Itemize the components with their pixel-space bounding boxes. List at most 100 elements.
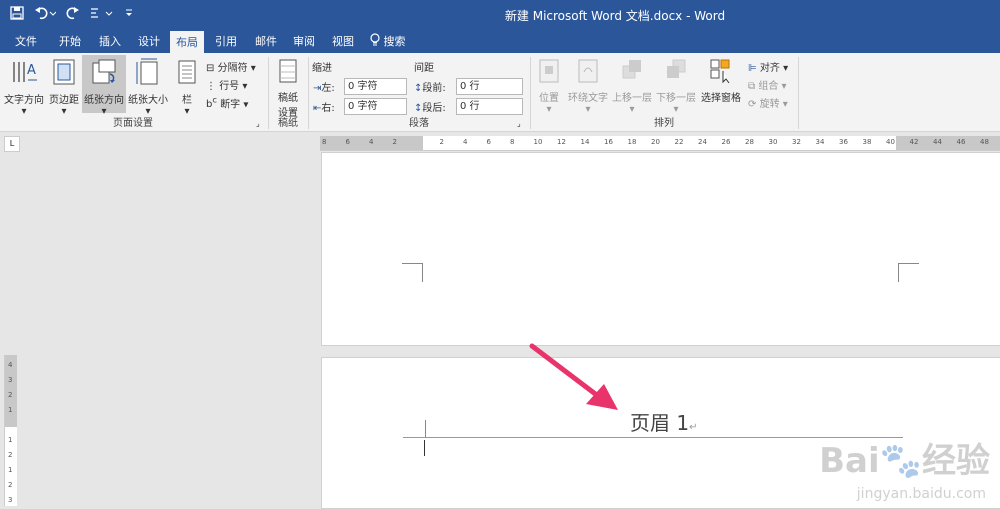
tab-file[interactable]: 文件 — [4, 30, 48, 53]
ruler-tick: 2 — [8, 391, 13, 399]
dialog-launcher-icon[interactable]: ⌟ — [256, 119, 260, 128]
align-button[interactable]: ⊫ 对齐 ▾ — [748, 59, 788, 74]
ruler-tick: 6 — [486, 138, 491, 146]
size-label: 纸张大小 — [128, 95, 168, 106]
spacing-after-field[interactable]: 0 行 — [456, 98, 523, 115]
indent-left-label: ⇥左: — [313, 83, 335, 94]
tab-references[interactable]: 引用 — [208, 30, 244, 53]
tab-review[interactable]: 审阅 — [288, 30, 320, 53]
ruler-tick: 34 — [815, 138, 825, 146]
ruler-tick: 1 — [8, 466, 13, 474]
ruler-tick: 6 — [345, 138, 350, 146]
margins-button[interactable]: 页边距 ▾ — [46, 58, 82, 117]
hyphenation-button[interactable]: bc 断字 ▾ — [206, 95, 248, 110]
ruler-tick: 44 — [933, 138, 942, 146]
selection-pane-button[interactable]: 选择窗格 — [698, 58, 744, 104]
arrange-group-label: 排列 — [654, 118, 674, 129]
tab-mailings[interactable]: 邮件 — [248, 30, 284, 53]
orientation-icon — [82, 58, 126, 89]
ruler-tick: 3 — [8, 376, 13, 384]
send-backward-label: 下移一层 — [656, 93, 696, 104]
group-separator — [308, 57, 309, 129]
bring-forward-button[interactable]: 上移一层 ▾ — [612, 58, 652, 115]
watermark-url: jingyan.baidu.com — [856, 486, 986, 502]
ruler-tick: 20 — [651, 138, 660, 146]
margins-label: 页边距 — [49, 95, 79, 106]
ruler-tick: 40 — [886, 138, 895, 146]
position-label: 位置 — [539, 93, 559, 104]
orientation-button[interactable]: 纸张方向 ▾ — [82, 55, 126, 117]
margin-corner-mark — [405, 420, 426, 438]
text-direction-icon: A — [2, 58, 46, 89]
vertical-ruler[interactable]: 4 3 2 1 1 2 1 2 3 — [4, 355, 17, 506]
send-backward-icon — [654, 58, 698, 87]
size-button[interactable]: 纸张大小 ▾ — [126, 58, 170, 117]
selection-pane-label: 选择窗格 — [701, 93, 741, 104]
align-icon: ⊫ — [748, 63, 757, 74]
wrap-text-button[interactable]: 环绕文字 ▾ — [566, 58, 610, 115]
manuscript-group-label: 稿纸 — [278, 118, 298, 129]
rotate-button[interactable]: ⟳ 旋转 ▾ — [748, 95, 788, 110]
tab-home[interactable]: 开始 — [48, 30, 92, 53]
ruler-tick: 12 — [557, 138, 566, 146]
ruler-tick: 16 — [604, 138, 613, 146]
header-text[interactable]: 页眉 1↵ — [630, 407, 697, 436]
breaks-label: 分隔符 — [217, 63, 248, 74]
columns-button[interactable]: 栏 ▾ — [172, 58, 202, 117]
tab-selector[interactable]: L — [4, 136, 20, 152]
manuscript-settings-button[interactable]: 稿纸 设置 — [272, 58, 304, 119]
ruler-tick: 2 — [8, 451, 13, 459]
ruler-tick: 2 — [392, 138, 397, 146]
annotation-arrow-icon — [520, 340, 630, 418]
rotate-icon: ⟳ — [748, 99, 757, 110]
align-label: 对齐 — [759, 63, 780, 74]
spacing-before-label: ↕段前: — [414, 83, 446, 94]
ruler-tick: 3 — [8, 496, 13, 504]
margin-corner-mark — [898, 263, 919, 282]
selection-pane-icon — [698, 58, 744, 87]
ruler-tick: 10 — [533, 138, 543, 146]
group-button[interactable]: ⧉ 组合 ▾ — [748, 77, 787, 92]
group-separator — [798, 57, 799, 129]
tab-layout[interactable]: 布局 — [170, 30, 204, 54]
text-direction-button[interactable]: A 文字方向 ▾ — [2, 58, 46, 117]
breaks-button[interactable]: ⊟ 分隔符 ▾ — [206, 59, 256, 74]
spacing-before-field[interactable]: 0 行 — [456, 78, 523, 95]
ruler-tick: 1 — [8, 406, 13, 414]
bring-forward-icon — [612, 58, 652, 87]
indent-title: 缩进 — [312, 63, 332, 74]
rotate-label: 旋转 — [759, 99, 780, 110]
send-backward-button[interactable]: 下移一层 ▾ — [654, 58, 698, 115]
group-separator — [530, 57, 531, 129]
ruler-tick: 4 — [8, 361, 13, 369]
ruler-tick: 4 — [463, 138, 468, 146]
tab-search[interactable]: 搜索 — [370, 30, 416, 53]
group-label: 组合 — [758, 81, 779, 92]
ruler-tick: 14 — [580, 138, 590, 146]
indent-left-field[interactable]: 0 字符 — [344, 78, 407, 95]
line-numbers-icon: ⋮ — [206, 81, 216, 92]
spacing-after-label: ↕段后: — [414, 103, 446, 114]
page-setup-group-label: 页面设置 — [113, 118, 153, 129]
paw-icon: 🐾 — [879, 441, 922, 481]
indent-right-field[interactable]: 0 字符 — [344, 98, 407, 115]
line-numbers-button[interactable]: ⋮ 行号 ▾ — [206, 77, 247, 92]
horizontal-ruler[interactable]: 8 6 4 2 2 4 6 8 10 12 14 16 18 20 22 24 26 28 30 32 34 36 38 40… — [320, 136, 1000, 151]
columns-label: 栏 — [182, 95, 192, 106]
group-separator — [268, 57, 269, 129]
ruler-tick: 8 — [322, 138, 327, 146]
ruler-tick: 30 — [768, 138, 778, 146]
tab-insert[interactable]: 插入 — [90, 30, 130, 53]
ribbon-tabs: 文件 开始 插入 设计 布局 引用 邮件 审阅 视图 搜索 — [0, 30, 1000, 54]
title-bar: 新建 Microsoft Word 文档.docx - Word — [0, 0, 1000, 30]
position-button[interactable]: 位置 ▾ — [534, 58, 564, 115]
tab-design[interactable]: 设计 — [130, 30, 168, 53]
ruler-tick: 18 — [627, 138, 637, 146]
page-1[interactable] — [321, 152, 1000, 346]
ruler-tick: 38 — [862, 138, 872, 146]
tab-view[interactable]: 视图 — [326, 30, 360, 53]
paragraph-group-label: 段落 — [409, 118, 429, 129]
ruler-tick: 46 — [956, 138, 966, 146]
wrap-text-icon — [566, 58, 610, 87]
dialog-launcher-icon[interactable]: ⌟ — [517, 119, 521, 128]
